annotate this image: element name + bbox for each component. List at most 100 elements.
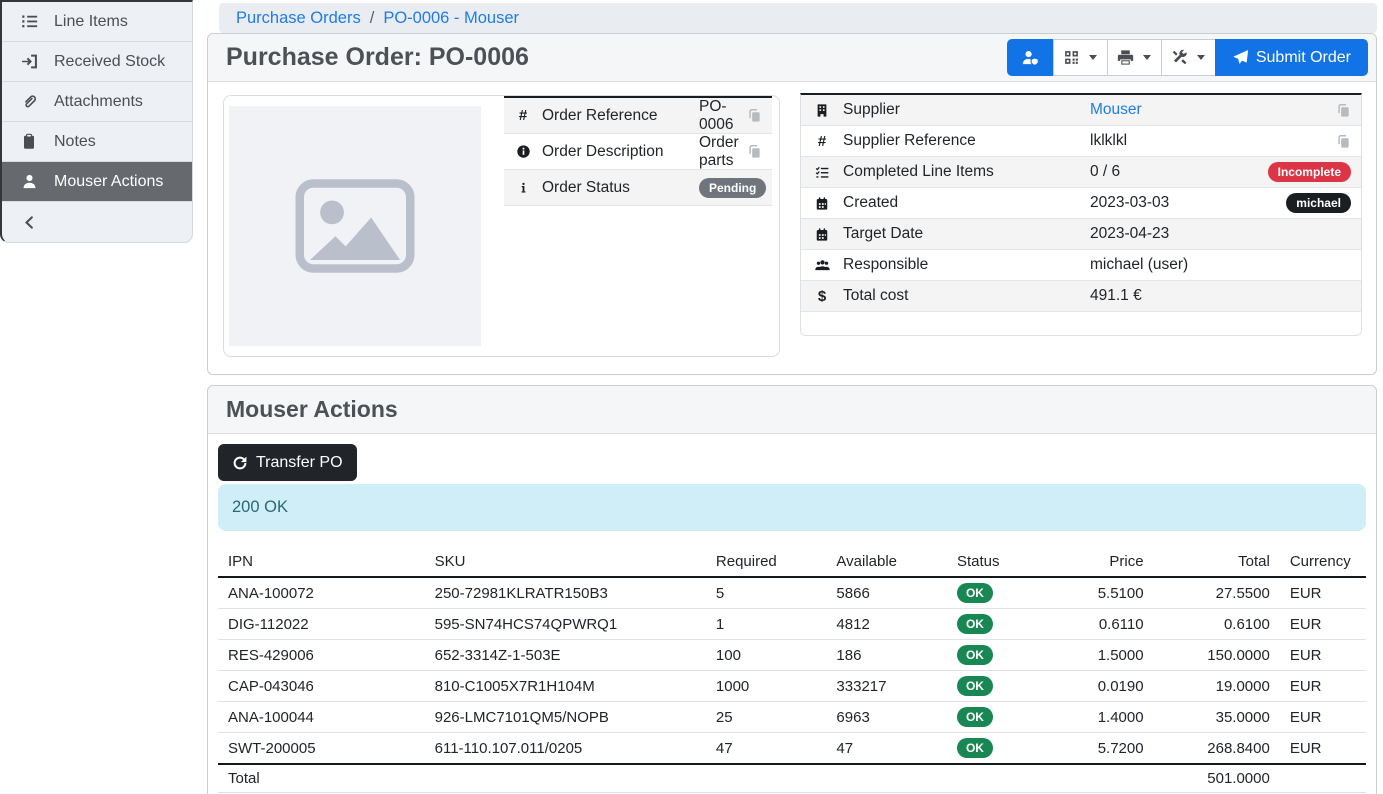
table-row: ANA-100072 250-72981KLRATR150B3 5 5866 O… (218, 577, 1366, 609)
cell-ipn: SWT-200005 (218, 733, 425, 765)
cell-total: 268.8400 (1154, 733, 1280, 765)
submit-order-label: Submit Order (1256, 49, 1351, 67)
table-row: SWT-200005 611-110.107.011/0205 47 47 OK… (218, 733, 1366, 765)
ok-badge: OK (957, 614, 993, 634)
status-badge: Pending (699, 178, 766, 198)
building-icon (801, 103, 843, 118)
cell-available: 6963 (826, 702, 947, 733)
sidebar-item-label: Received Stock (54, 53, 165, 71)
column-header-price: Price (1045, 547, 1154, 577)
cell-ipn: RES-429006 (218, 640, 425, 671)
copy-icon[interactable] (747, 108, 762, 123)
table-row: RES-429006 652-3314Z-1-503E 100 186 OK 1… (218, 640, 1366, 671)
cell-currency: EUR (1280, 733, 1366, 765)
order-details-table: # Order Reference PO-0006 Order Descript… (504, 96, 772, 206)
breadcrumb: Purchase Orders / PO-0006 - Mouser (219, 3, 1377, 33)
barcode-actions-button[interactable] (1053, 39, 1108, 76)
cell-required: 47 (706, 733, 827, 765)
cell-available: 333217 (826, 671, 947, 702)
purchase-order-panel: Purchase Order: PO-0006 (207, 33, 1377, 375)
table-header-row: IPN SKU Required Available Status Price … (218, 547, 1366, 577)
line-items-table: IPN SKU Required Available Status Price … (218, 547, 1366, 793)
cell-sku: 611-110.107.011/0205 (425, 733, 706, 765)
mouser-actions-panel: Mouser Actions Transfer PO 200 OK IPN SK… (207, 385, 1377, 794)
supplier-detail-row: Completed Line Items 0 / 6 Incomplete (801, 157, 1361, 188)
chevron-down-icon (1197, 55, 1205, 60)
sidebar: Line Items Received Stock Attachments No… (0, 0, 193, 243)
ok-badge: OK (957, 583, 993, 603)
sidebar-item-received-stock[interactable]: Received Stock (2, 42, 192, 82)
cell-sku: 595-SN74HCS74QPWRQ1 (425, 609, 706, 640)
paper-plane-icon (1232, 49, 1249, 66)
sidebar-item-line-items[interactable]: Line Items (2, 2, 192, 42)
order-summary-card: # Order Reference PO-0006 Order Descript… (223, 95, 780, 357)
footer-total: 501.0000 (1154, 764, 1280, 793)
copy-icon[interactable] (1336, 134, 1351, 149)
sidebar-item-label: Attachments (54, 93, 143, 111)
calendar-icon (801, 227, 843, 242)
sidebar-item-attachments[interactable]: Attachments (2, 82, 192, 122)
admin-button[interactable] (1007, 39, 1054, 76)
tools-icon (1171, 49, 1188, 66)
cell-ipn: ANA-100044 (218, 702, 425, 733)
breadcrumb-link-purchase-orders[interactable]: Purchase Orders (236, 9, 361, 28)
sidebar-item-mouser-actions[interactable]: Mouser Actions (2, 162, 192, 202)
cell-ipn: ANA-100072 (218, 577, 425, 609)
ok-badge: OK (957, 676, 993, 696)
empty-row (801, 312, 1361, 335)
sidebar-item-label: Line Items (54, 13, 128, 31)
supplier-detail-row: Target Date 2023-04-23 (801, 219, 1361, 250)
column-header-sku: SKU (425, 547, 706, 577)
cell-currency: EUR (1280, 702, 1366, 733)
user-shield-icon (1021, 49, 1040, 66)
ordered-list-icon (17, 13, 41, 30)
column-header-total: Total (1154, 547, 1280, 577)
info-icon (504, 180, 542, 195)
order-detail-row: Order Description Order parts (504, 134, 772, 170)
clipboard-icon (17, 133, 41, 150)
cell-total: 150.0000 (1154, 640, 1280, 671)
transfer-po-label: Transfer PO (256, 454, 343, 472)
incomplete-badge: Incomplete (1268, 162, 1351, 182)
cell-price: 5.7200 (1045, 733, 1154, 765)
transfer-po-button[interactable]: Transfer PO (218, 444, 357, 481)
cell-currency: EUR (1280, 640, 1366, 671)
column-header-currency: Currency (1280, 547, 1366, 577)
column-header-ipn: IPN (218, 547, 425, 577)
copy-icon[interactable] (1336, 103, 1351, 118)
order-detail-row: Order Status Pending (504, 170, 772, 206)
order-actions-toolbar: Submit Order (1007, 39, 1368, 76)
cell-price: 1.4000 (1045, 702, 1154, 733)
purchase-order-panel-body: # Order Reference PO-0006 Order Descript… (208, 82, 1376, 375)
table-row: CAP-043046 810-C1005X7R1H104M 1000 33321… (218, 671, 1366, 702)
ok-badge: OK (957, 738, 993, 758)
supplier-detail-row: # Supplier Reference lklklkl (801, 126, 1361, 157)
mouser-actions-panel-body: Transfer PO 200 OK IPN SKU Required Avai… (208, 434, 1376, 793)
copy-icon[interactable] (747, 144, 762, 159)
rotate-icon (232, 455, 248, 471)
sidebar-item-label: Notes (54, 133, 96, 151)
column-header-available: Available (826, 547, 947, 577)
column-header-required: Required (706, 547, 827, 577)
submit-order-button[interactable]: Submit Order (1215, 39, 1368, 76)
page-title: Purchase Order: PO-0006 (226, 43, 1007, 72)
info-circle-icon (504, 144, 542, 159)
supplier-details-card: Supplier Mouser # Supplier Reference lkl… (800, 93, 1362, 336)
cell-available: 4812 (826, 609, 947, 640)
sidebar-item-notes[interactable]: Notes (2, 122, 192, 162)
supplier-link[interactable]: Mouser (1090, 101, 1142, 118)
table-row: DIG-112022 595-SN74HCS74QPWRQ1 1 4812 OK… (218, 609, 1366, 640)
creator-badge: michael (1286, 193, 1351, 213)
status-alert: 200 OK (218, 484, 1366, 531)
mouser-actions-panel-header: Mouser Actions (208, 386, 1376, 434)
print-actions-button[interactable] (1107, 39, 1162, 76)
dollar-icon: $ (801, 288, 843, 305)
cell-total: 19.0000 (1154, 671, 1280, 702)
order-detail-row: # Order Reference PO-0006 (504, 98, 772, 134)
chevron-down-icon (1143, 55, 1151, 60)
breadcrumb-link-current-order[interactable]: PO-0006 - Mouser (383, 9, 519, 28)
users-icon (801, 258, 843, 272)
order-options-button[interactable] (1161, 39, 1216, 76)
cell-price: 1.5000 (1045, 640, 1154, 671)
sidebar-collapse-button[interactable] (2, 202, 192, 242)
